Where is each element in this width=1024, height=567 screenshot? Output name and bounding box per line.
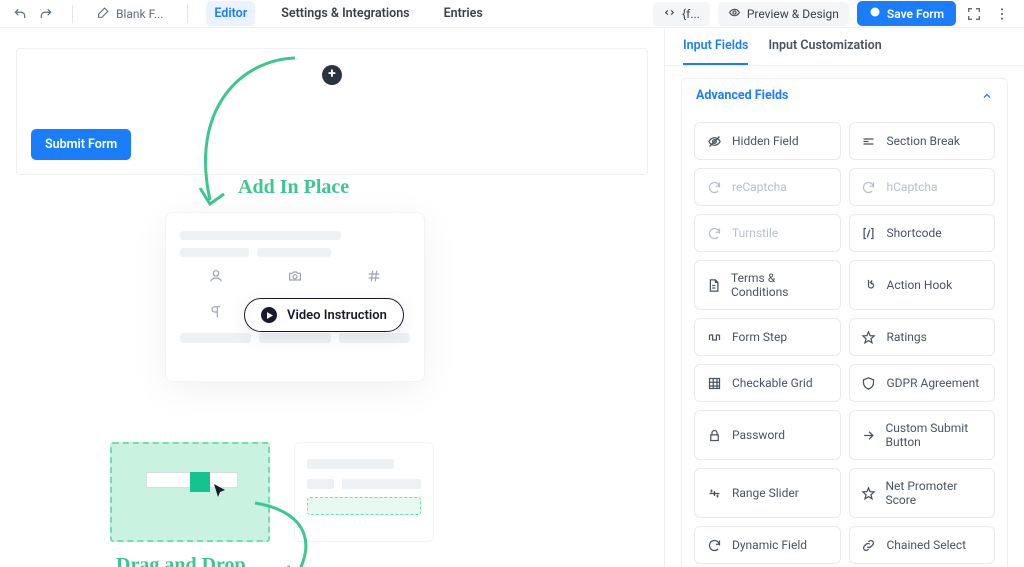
chevron-up-icon [981, 90, 993, 102]
field-label: hCaptcha [887, 180, 938, 194]
field-label: reCaptcha [732, 180, 787, 194]
field-ratings[interactable]: Ratings [849, 318, 996, 356]
field-label: Shortcode [887, 226, 942, 240]
drag-illustration [110, 442, 270, 542]
video-pill-label: Video Instruction [287, 308, 387, 323]
more-menu-button[interactable] [992, 4, 1012, 24]
add-in-place-heading: Add In Place [238, 176, 349, 199]
field-dynamic-field[interactable]: Dynamic Field [694, 526, 841, 564]
field-label: Section Break [887, 134, 960, 148]
refresh-icon [706, 179, 722, 195]
topbar: Blank F... Editor Settings & Integration… [0, 0, 1024, 28]
illustration-card [165, 212, 425, 382]
redo-button[interactable] [38, 6, 54, 22]
section-icon [861, 133, 877, 149]
file-icon [706, 277, 721, 293]
form-submit-button[interactable]: Submit Form [31, 129, 131, 160]
field-label: Chained Select [887, 538, 967, 552]
lock-icon [706, 427, 722, 443]
preview-button-label: Preview & Design [747, 7, 839, 21]
drop-illustration [294, 442, 434, 542]
steps-icon [706, 329, 722, 345]
cursor-icon [212, 482, 228, 500]
slider-icon [706, 485, 722, 501]
undo-button[interactable] [12, 6, 28, 22]
field-label: Dynamic Field [732, 538, 807, 552]
tab-editor[interactable]: Editor [206, 1, 255, 26]
paragraph-icon [197, 301, 235, 323]
field-range-slider[interactable]: Range Slider [694, 468, 841, 518]
field-gdpr-agreement[interactable]: GDPR Agreement [849, 364, 996, 402]
field-label: Checkable Grid [732, 376, 813, 390]
fullscreen-button[interactable] [964, 4, 984, 24]
field-label: GDPR Agreement [887, 376, 980, 390]
field-label: Turnstile [732, 226, 778, 240]
form-title-chip[interactable]: Blank F... [91, 4, 169, 24]
shortcode-chip-label: {f... [682, 7, 700, 21]
refresh-icon [706, 225, 722, 241]
field-label: Net Promoter Score [886, 479, 984, 507]
brackets-icon [861, 225, 877, 241]
pencil-icon [97, 6, 110, 22]
hash-icon [355, 265, 393, 287]
side-panel: Input Fields Input Customization Advance… [664, 28, 1024, 567]
save-form-label: Save Form [887, 7, 944, 21]
refresh-icon [861, 179, 877, 195]
grid-icon [706, 375, 722, 391]
field-label: Terms & Conditions [731, 271, 829, 299]
tab-input-customization[interactable]: Input Customization [768, 38, 881, 65]
camera-icon [276, 265, 314, 287]
shield-icon [861, 375, 877, 391]
tab-entries[interactable]: Entries [436, 1, 491, 26]
hook-icon [861, 277, 877, 293]
field-form-step[interactable]: Form Step [694, 318, 841, 356]
arrow-right-icon [861, 427, 876, 443]
field-password[interactable]: Password [694, 410, 841, 460]
shortcode-chip[interactable]: {f... [653, 2, 710, 26]
editor-canvas[interactable]: + Submit Form Add In Place [0, 28, 664, 567]
field-label: Action Hook [887, 278, 953, 292]
play-icon [261, 307, 277, 323]
tab-settings[interactable]: Settings & Integrations [273, 1, 417, 26]
link-icon [861, 537, 877, 553]
form-shell[interactable]: + Submit Form [16, 48, 648, 175]
field-section-break[interactable]: Section Break [849, 122, 996, 160]
refresh-icon [706, 537, 722, 553]
field-turnstile: Turnstile [694, 214, 841, 252]
field-net-promoter-score[interactable]: Net Promoter Score [849, 468, 996, 518]
field-recaptcha: reCaptcha [694, 168, 841, 206]
check-circle-icon [869, 6, 881, 21]
field-terms-conditions[interactable]: Terms & Conditions [694, 260, 841, 310]
field-action-hook[interactable]: Action Hook [849, 260, 996, 310]
field-label: Custom Submit Button [886, 421, 984, 449]
star-icon [861, 329, 877, 345]
field-label: Range Slider [732, 486, 799, 500]
eye-icon [728, 6, 741, 22]
advanced-fields-toggle[interactable]: Advanced Fields [682, 79, 1007, 112]
star-icon [861, 485, 876, 501]
accordion-title: Advanced Fields [696, 88, 788, 103]
eye-off-icon [706, 133, 722, 149]
advanced-fields-accordion: Advanced Fields Hidden Field Section Brea… [681, 78, 1008, 567]
drag-heading-line1: Drag and Drop [116, 554, 246, 567]
video-instruction-button[interactable]: Video Instruction [244, 298, 404, 332]
field-hcaptcha: hCaptcha [849, 168, 996, 206]
field-label: Hidden Field [732, 134, 799, 148]
tab-input-fields[interactable]: Input Fields [683, 38, 748, 65]
add-field-button[interactable]: + [322, 65, 342, 85]
user-icon [197, 265, 235, 287]
field-custom-submit-button[interactable]: Custom Submit Button [849, 410, 996, 460]
field-shortcode[interactable]: Shortcode [849, 214, 996, 252]
preview-button[interactable]: Preview & Design [718, 2, 849, 26]
code-icon [663, 6, 676, 22]
form-title-text: Blank F... [116, 7, 163, 21]
save-form-button[interactable]: Save Form [857, 1, 956, 26]
field-checkable-grid[interactable]: Checkable Grid [694, 364, 841, 402]
field-hidden-field[interactable]: Hidden Field [694, 122, 841, 160]
field-label: Password [732, 428, 785, 442]
drag-drop-heading: Drag and Drop Element [116, 554, 246, 567]
field-chained-select[interactable]: Chained Select [849, 526, 996, 564]
field-label: Form Step [732, 330, 787, 344]
field-label: Ratings [887, 330, 927, 344]
